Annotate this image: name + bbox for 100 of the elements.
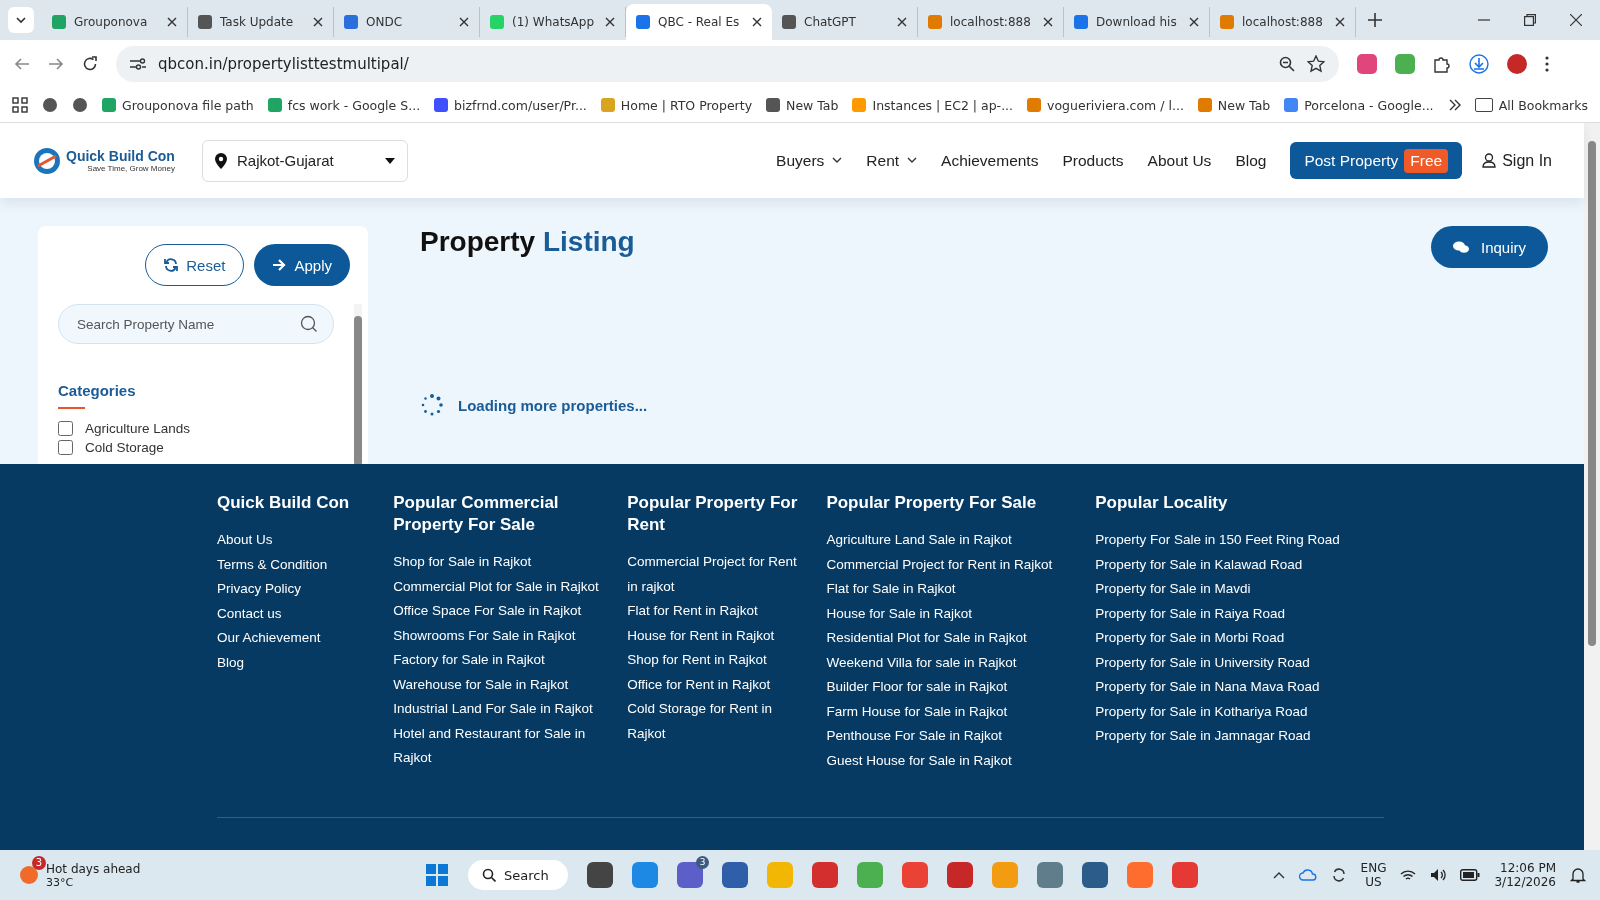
checkbox[interactable] xyxy=(58,440,73,455)
search-field[interactable]: Search Property Name xyxy=(58,304,334,344)
language-indicator[interactable]: ENG xyxy=(1360,861,1387,875)
footer-link[interactable]: Property for Sale in Kothariya Road xyxy=(1095,699,1384,724)
footer-link[interactable]: Property for Sale in Jamnagar Road xyxy=(1095,724,1384,749)
region-indicator[interactable]: US xyxy=(1365,875,1382,889)
footer-link[interactable]: About Us xyxy=(217,528,394,553)
taskbar-app-icon[interactable] xyxy=(1172,862,1198,888)
taskbar-app-icon[interactable] xyxy=(1037,862,1063,888)
scrollbar[interactable] xyxy=(1584,123,1600,850)
reset-button[interactable]: Reset xyxy=(145,244,245,286)
post-property-button[interactable]: Post Property Free xyxy=(1290,142,1463,179)
nav-link[interactable]: Achievements xyxy=(941,151,1039,170)
location-select[interactable]: Rajkot-Gujarat xyxy=(202,139,408,182)
taskbar-app-icon[interactable] xyxy=(722,862,748,888)
weather-temperature[interactable]: 33°C xyxy=(46,875,141,889)
footer-link[interactable]: Contact us xyxy=(217,601,394,626)
sync-icon[interactable] xyxy=(1330,867,1347,883)
nav-link[interactable]: Rent xyxy=(866,151,900,170)
chevron-down-icon[interactable] xyxy=(907,157,918,164)
footer-link[interactable]: Blog xyxy=(217,650,394,675)
footer-link[interactable]: Property for Sale in Mavdi xyxy=(1095,577,1384,602)
arrow-right-icon[interactable] xyxy=(272,258,287,272)
footer-link[interactable]: Showrooms For Sale in Rajkot xyxy=(393,623,628,648)
chevron-up-icon[interactable] xyxy=(1272,871,1285,879)
refresh-icon[interactable] xyxy=(164,258,179,272)
nav-link[interactable]: Products xyxy=(1062,151,1124,170)
user-icon[interactable] xyxy=(1482,153,1497,168)
browser-tab[interactable]: QBC - Real Es xyxy=(626,4,772,40)
browser-tab[interactable]: Task Update xyxy=(188,7,334,37)
taskbar-app-icon[interactable] xyxy=(1082,862,1108,888)
location-value[interactable]: Rajkot-Gujarat xyxy=(237,152,375,169)
cloud-icon[interactable] xyxy=(1298,869,1317,881)
chevron-down-icon[interactable] xyxy=(832,157,843,164)
download-icon[interactable] xyxy=(1469,54,1489,74)
footer-link[interactable]: Commercial Project for Rent in rajkot xyxy=(627,550,827,599)
footer-link[interactable]: Flat for Sale in Rajkot xyxy=(826,577,1096,602)
footer-link[interactable]: Farm House for Sale in Rajkot xyxy=(826,699,1096,724)
footer-link[interactable]: Property for Sale in Kalawad Road xyxy=(1095,552,1384,577)
footer-link[interactable]: Terms & Condition xyxy=(217,552,394,577)
footer-link[interactable]: Penthouse For Sale in Rajkot xyxy=(826,724,1096,749)
clock-date[interactable]: 3/12/2026 xyxy=(1494,875,1556,889)
footer-link[interactable]: Property for Sale in University Road xyxy=(1095,650,1384,675)
footer-link[interactable]: Hotel and Restaurant for Sale in Rajkot xyxy=(393,721,628,771)
footer-link[interactable]: House for Sale in Rajkot xyxy=(826,601,1096,626)
chat-bubbles-icon[interactable] xyxy=(1452,240,1469,254)
bookmark-item[interactable]: New Tab xyxy=(1197,97,1271,113)
wifi-icon[interactable] xyxy=(1400,868,1417,882)
bookmark-item[interactable]: New Tab xyxy=(766,97,839,113)
close-icon[interactable] xyxy=(1189,17,1199,27)
bookmark-item[interactable]: Porcelona - Google... xyxy=(1284,97,1434,113)
reload-icon[interactable] xyxy=(82,56,98,72)
clock-time[interactable]: 12:06 PM xyxy=(1500,861,1556,875)
footer-link[interactable]: Guest House for Sale in Rajkot xyxy=(826,748,1096,773)
taskbar-app-icon[interactable] xyxy=(812,862,838,888)
tab-search-icon[interactable] xyxy=(8,7,34,33)
footer-link[interactable]: Commercial Plot for Sale in Rajkot xyxy=(393,574,628,599)
taskbar-app-icon[interactable] xyxy=(947,862,973,888)
nav-link[interactable]: Blog xyxy=(1235,151,1267,170)
profile-avatar-icon[interactable] xyxy=(1507,54,1527,74)
notification-bell-icon[interactable] xyxy=(1570,867,1586,883)
footer-link[interactable]: Cold Storage for Rent in Rajkot xyxy=(627,697,827,746)
apply-button[interactable]: Apply xyxy=(254,244,350,286)
close-icon[interactable] xyxy=(1043,17,1053,27)
footer-link[interactable]: Office Space For Sale in Rajkot xyxy=(393,599,628,624)
zoom-icon[interactable] xyxy=(1279,56,1295,72)
footer-link[interactable]: Builder Floor for sale in Rajkot xyxy=(826,675,1096,700)
checkbox[interactable] xyxy=(58,421,73,436)
bookmark-item[interactable]: fcs work - Google S... xyxy=(267,97,421,113)
close-icon[interactable] xyxy=(167,17,177,27)
new-tab-icon[interactable] xyxy=(1368,13,1382,27)
close-icon[interactable] xyxy=(605,17,615,27)
footer-link[interactable]: Shop for Sale in Rajkot xyxy=(393,550,628,575)
close-icon[interactable] xyxy=(897,17,907,27)
footer-link[interactable]: Flat for Rent in Rajkot xyxy=(627,599,827,624)
nav-link[interactable]: Buyers xyxy=(776,151,825,170)
battery-icon[interactable] xyxy=(1460,869,1481,881)
footer-link[interactable]: Our Achievement xyxy=(217,626,394,651)
footer-link[interactable]: Property For Sale in 150 Feet Ring Road xyxy=(1095,528,1384,553)
menu-icon[interactable] xyxy=(1545,56,1549,72)
site-info-icon[interactable] xyxy=(130,57,146,71)
browser-tab[interactable]: Grouponova xyxy=(42,7,188,37)
weather-title[interactable]: Hot days ahead xyxy=(46,861,141,876)
footer-link[interactable]: Factory for Sale in Rajkot xyxy=(393,648,628,673)
weather-icon[interactable] xyxy=(20,866,38,884)
close-icon[interactable] xyxy=(1570,14,1582,26)
bookmark-item[interactable]: vogueriviera.com / l... xyxy=(1027,97,1184,113)
close-icon[interactable] xyxy=(1335,17,1345,27)
browser-tab[interactable]: localhost:888 xyxy=(1210,7,1356,37)
volume-icon[interactable] xyxy=(1430,868,1447,882)
footer-link[interactable]: Weekend Villa for sale in Rajkot xyxy=(826,650,1096,675)
footer-link[interactable]: Agriculture Land Sale in Rajkot xyxy=(826,528,1096,553)
forward-icon[interactable] xyxy=(48,56,64,72)
footer-link[interactable]: Privacy Policy xyxy=(217,577,394,602)
scrollbar[interactable] xyxy=(354,304,362,464)
inquiry-button[interactable]: Inquiry xyxy=(1430,226,1548,268)
category-label[interactable]: Cold Storage xyxy=(85,440,164,455)
back-icon[interactable] xyxy=(14,56,30,72)
footer-link[interactable]: Property for Sale in Morbi Road xyxy=(1095,626,1384,651)
category-label[interactable]: Agriculture Lands xyxy=(85,421,191,436)
